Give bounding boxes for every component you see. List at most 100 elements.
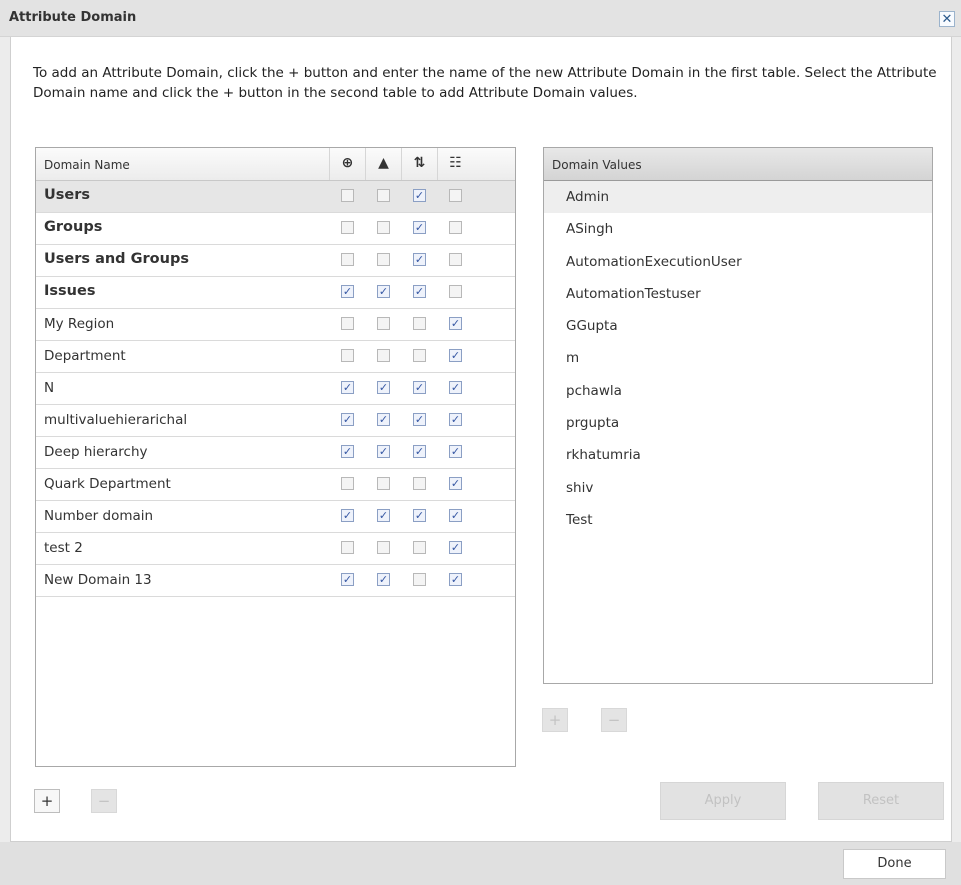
domain-name: Groups [44,219,103,235]
close-icon[interactable]: ✕ [939,11,955,27]
checkbox-checked[interactable]: ✓ [449,445,462,458]
checkbox-unchecked[interactable] [341,349,354,362]
add-value-button[interactable]: + [542,708,568,732]
domain-value-label: shiv [566,479,594,496]
checkbox-unchecked[interactable] [341,221,354,234]
domain-value-item[interactable]: AutomationTestuser [544,278,932,310]
checkbox-checked[interactable]: ✓ [413,285,426,298]
domain-values-header: Domain Values [544,148,932,181]
domain-value-item[interactable]: shiv [544,472,932,504]
checkbox-checked[interactable]: ✓ [413,413,426,426]
checkbox-checked[interactable]: ✓ [341,413,354,426]
domain-value-item[interactable]: GGupta [544,310,932,342]
domain-value-label: AutomationTestuser [566,285,701,302]
sort-arrows-icon: ⇅ [401,148,437,180]
checkbox-checked[interactable]: ✓ [413,445,426,458]
checkbox-checked[interactable]: ✓ [449,317,462,330]
domain-value-item[interactable]: prgupta [544,407,932,439]
domain-row[interactable]: Deep hierarchy ✓ ✓ ✓ ✓ [36,437,515,469]
checkbox-unchecked[interactable] [413,477,426,490]
checkbox-checked[interactable]: ✓ [377,509,390,522]
domain-row[interactable]: Issues ✓ ✓ ✓ [36,277,515,309]
domain-row[interactable]: New Domain 13 ✓ ✓ ✓ [36,565,515,597]
checkbox-checked[interactable]: ✓ [377,573,390,586]
apply-button[interactable]: Apply [660,782,786,820]
domain-value-label: Test [566,511,593,528]
checkbox-checked[interactable]: ✓ [413,509,426,522]
domain-row[interactable]: Number domain ✓ ✓ ✓ ✓ [36,501,515,533]
domain-value-item[interactable]: Test [544,504,932,536]
domain-row[interactable]: Groups ✓ [36,213,515,245]
checkbox-checked[interactable]: ✓ [449,349,462,362]
checkbox-checked[interactable]: ✓ [377,381,390,394]
domain-values-header-label: Domain Values [552,158,642,172]
checkbox-unchecked[interactable] [377,349,390,362]
title-bar: Attribute Domain ✕ [0,0,961,37]
domain-value-item[interactable]: pchawla [544,375,932,407]
checkbox-unchecked[interactable] [377,541,390,554]
domain-value-item[interactable]: Admin [544,181,932,214]
checkbox-unchecked[interactable] [341,477,354,490]
checkbox-unchecked[interactable] [341,541,354,554]
domain-row[interactable]: Quark Department ✓ [36,469,515,501]
domain-row[interactable]: My Region ✓ [36,309,515,341]
domain-row[interactable]: N ✓ ✓ ✓ ✓ [36,373,515,405]
checkbox-checked[interactable]: ✓ [449,477,462,490]
checkbox-checked[interactable]: ✓ [413,253,426,266]
domain-name: Deep hierarchy [44,444,148,460]
checkbox-checked[interactable]: ✓ [449,413,462,426]
hierarchy-icon: ☷ [437,148,473,180]
checkbox-checked[interactable]: ✓ [377,285,390,298]
checkbox-checked[interactable]: ✓ [449,541,462,554]
checkbox-checked[interactable]: ✓ [449,573,462,586]
checkbox-checked[interactable]: ✓ [449,509,462,522]
checkbox-unchecked[interactable] [449,285,462,298]
checkbox-checked[interactable]: ✓ [341,381,354,394]
done-button[interactable]: Done [843,849,946,879]
checkbox-unchecked[interactable] [377,221,390,234]
domain-value-item[interactable]: rkhatumria [544,439,932,471]
checkbox-unchecked[interactable] [413,541,426,554]
checkbox-checked[interactable]: ✓ [341,445,354,458]
checkbox-unchecked[interactable] [449,189,462,202]
checkbox-unchecked[interactable] [341,189,354,202]
reset-button[interactable]: Reset [818,782,944,820]
checkbox-unchecked[interactable] [413,573,426,586]
checkbox-unchecked[interactable] [341,253,354,266]
checkbox-checked[interactable]: ✓ [341,573,354,586]
checkbox-checked[interactable]: ✓ [413,221,426,234]
domain-value-item[interactable]: ASingh [544,213,932,245]
checkbox-unchecked[interactable] [413,317,426,330]
checkbox-checked[interactable]: ✓ [377,445,390,458]
domain-row[interactable]: test 2 ✓ [36,533,515,565]
domain-name: My Region [44,316,115,332]
checkbox-unchecked[interactable] [413,349,426,362]
domain-row[interactable]: multivaluehierarichal ✓ ✓ ✓ ✓ [36,405,515,437]
checkbox-unchecked[interactable] [377,189,390,202]
checkbox-unchecked[interactable] [449,253,462,266]
checkbox-unchecked[interactable] [377,477,390,490]
remove-value-button[interactable]: − [601,708,627,732]
checkbox-checked[interactable]: ✓ [341,509,354,522]
domain-value-label: ASingh [566,221,614,238]
remove-domain-button[interactable]: − [91,789,117,813]
domain-name-column-header: Domain Name [44,158,130,172]
dialog-footer [0,842,961,885]
domain-row[interactable]: Users and Groups ✓ [36,245,515,277]
domain-value-item[interactable]: AutomationExecutionUser [544,246,932,278]
checkbox-unchecked[interactable] [449,221,462,234]
domain-row[interactable]: Users ✓ [36,181,515,213]
add-domain-button[interactable]: + [34,789,60,813]
checkbox-unchecked[interactable] [377,253,390,266]
domain-row[interactable]: Department ✓ [36,341,515,373]
dialog-title: Attribute Domain [9,10,137,25]
domain-value-item[interactable]: m [544,342,932,374]
checkbox-unchecked[interactable] [377,317,390,330]
checkbox-checked[interactable]: ✓ [341,285,354,298]
checkbox-checked[interactable]: ✓ [377,413,390,426]
checkbox-checked[interactable]: ✓ [449,381,462,394]
checkbox-unchecked[interactable] [341,317,354,330]
dialog-content: To add an Attribute Domain, click the + … [10,37,952,842]
checkbox-checked[interactable]: ✓ [413,381,426,394]
checkbox-checked[interactable]: ✓ [413,189,426,202]
